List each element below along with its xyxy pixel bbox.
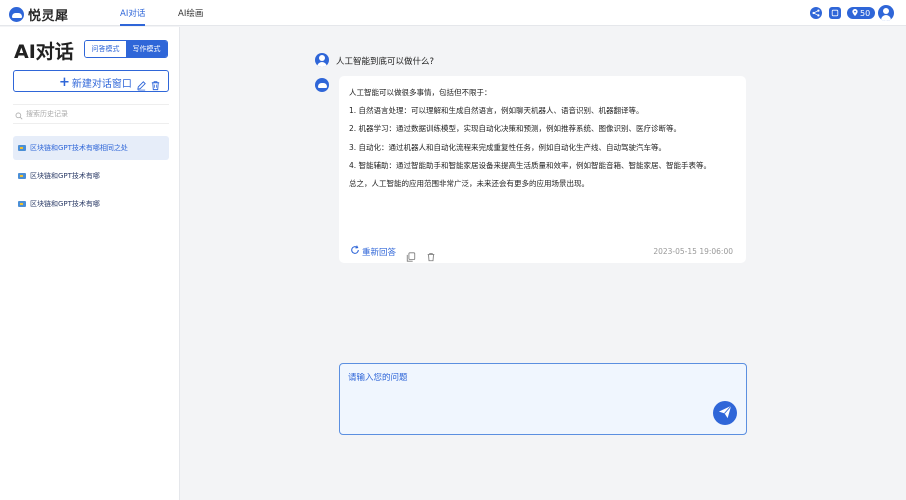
answer-text: 人工智能可以做很多事情，包括但不限于： 1. 自然语言处理：可以理解和生成自然语… [349,88,739,197]
copy-icon[interactable] [406,247,416,262]
history-list: 区块链和GPT技术有哪相同之处 区块链和GPT技术有哪 区块链和GPT技术有哪 [13,136,169,220]
mode-qa-button[interactable]: 问答模式 [85,41,126,57]
trash-icon[interactable] [150,76,161,91]
answer-line: 人工智能可以做很多事情，包括但不限于： [349,88,492,97]
history-item-label: 区块链和GPT技术有哪 [30,172,100,180]
ai-answer-card: 人工智能可以做很多事情，包括但不限于： 1. 自然语言处理：可以理解和生成自然语… [339,76,746,263]
brand-name: 悦灵犀 [28,9,69,24]
history-item[interactable]: 区块链和GPT技术有哪 [13,192,169,216]
logo[interactable]: 悦灵犀 [9,5,69,24]
search-icon [15,105,23,124]
mode-write-button[interactable]: 写作模式 [126,41,167,57]
answer-timestamp: 2023-05-15 19:06:00 [653,247,733,256]
sidebar: AI对话 问答模式 写作模式 + 新建对话窗口 搜索历史记录 区块链和GPT技术… [0,27,180,500]
question-input-box [339,363,747,435]
ai-avatar [315,78,329,92]
history-search[interactable]: 搜索历史记录 [13,104,169,124]
nav-ai-draw[interactable]: AI绘画 [178,7,203,19]
refresh-icon [350,245,360,258]
new-chat-label: 新建对话窗口 [71,79,132,90]
plus-icon: + [59,74,70,90]
send-icon [718,404,732,423]
answer-actions: 重新回答 [350,245,436,262]
chat-icon [18,201,26,207]
sidebar-title: AI对话 [14,41,74,63]
user-message-avatar [315,53,329,67]
message-icon[interactable] [829,7,841,19]
top-bar: 悦灵犀 AI对话 AI绘画 50 [0,0,906,26]
mode-toggle: 问答模式 写作模式 [84,40,168,58]
regenerate-label: 重新回答 [362,247,397,258]
share-icon[interactable] [810,7,822,19]
regenerate-button[interactable]: 重新回答 [350,245,396,258]
answer-line: 4. 智能辅助：通过智能助手和智能家居设备来提高生活质量和效率，例如智能音箱、智… [349,160,712,170]
location-icon [852,8,858,18]
history-item[interactable]: 区块链和GPT技术有哪 [13,164,169,188]
question-input[interactable] [348,373,648,383]
points-badge[interactable]: 50 [847,7,876,19]
search-placeholder: 搜索历史记录 [26,110,68,118]
user-avatar[interactable] [878,5,894,21]
history-item[interactable]: 区块链和GPT技术有哪相同之处 [13,136,169,160]
chat-icon [18,173,26,179]
new-chat-bar: + 新建对话窗口 [13,70,169,92]
new-chat-button[interactable]: + 新建对话窗口 [59,74,132,91]
history-item-label: 区块链和GPT技术有哪 [30,200,100,208]
history-item-label: 区块链和GPT技术有哪相同之处 [30,144,128,152]
logo-icon [9,7,24,22]
answer-line: 2. 机器学习：通过数据训练模型，实现自动化决策和预测，例如推荐系统、图像识别、… [349,124,682,134]
answer-line: 3. 自动化：通过机器人和自动化流程来完成重复性任务，例如自动化生产线、自动驾驶… [349,142,667,152]
answer-line: 1. 自然语言处理：可以理解和生成自然语言，例如聊天机器人、语音识别、机器翻译等… [349,106,644,116]
nav-ai-chat[interactable]: AI对话 [120,7,146,26]
send-button[interactable] [713,401,737,425]
chat-icon [18,145,26,151]
delete-icon[interactable] [426,247,436,261]
edit-icon[interactable] [136,76,147,91]
user-question: 人工智能到底可以做什么? [336,57,435,67]
points-value: 50 [860,8,871,18]
answer-line: 总之，人工智能的应用范围非常广泛，未来还会有更多的应用场景出现。 [349,178,589,188]
